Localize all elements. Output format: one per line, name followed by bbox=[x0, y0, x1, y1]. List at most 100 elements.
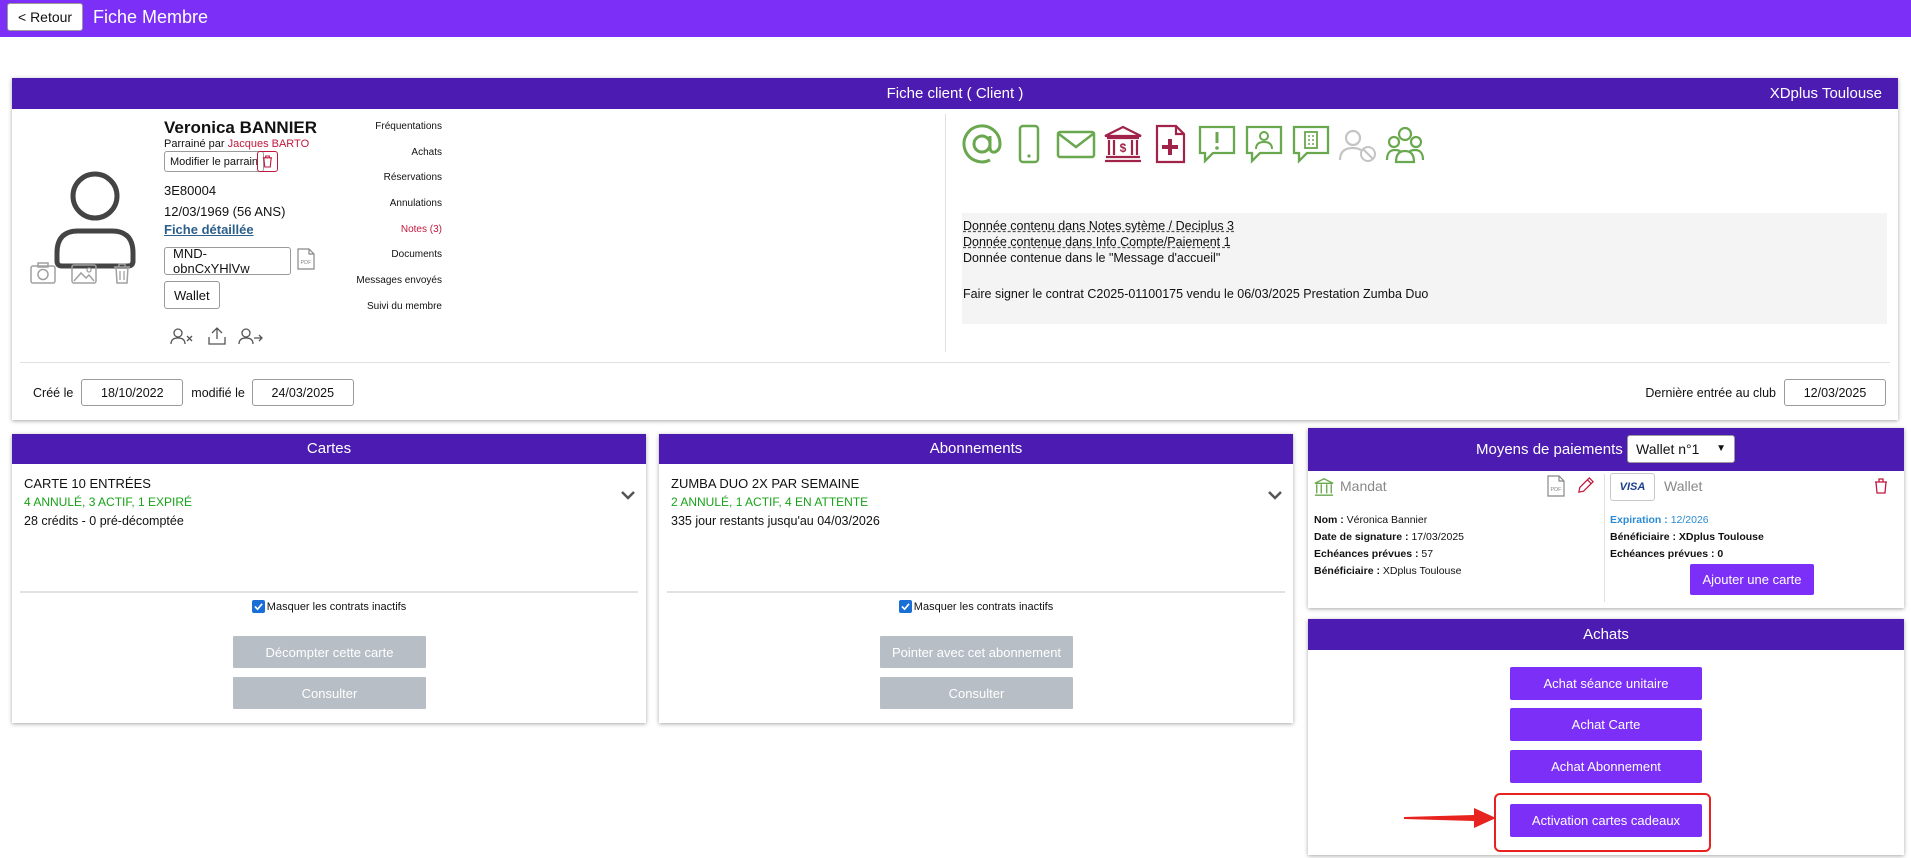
member-name: Veronica BANNIER bbox=[164, 118, 318, 137]
modified-date-field[interactable]: 24/03/2025 bbox=[251, 379, 354, 406]
abonnement-title: ZUMBA DUO 2X PAR SEMAINE bbox=[671, 476, 860, 491]
parrain-link[interactable]: Jacques BARTO bbox=[228, 138, 310, 150]
last-entry-date-field[interactable]: 12/03/2025 bbox=[1784, 379, 1886, 406]
modified-label: modifié le bbox=[191, 385, 245, 400]
pencil-icon[interactable] bbox=[1576, 476, 1595, 495]
menu-item-achats[interactable]: Achats bbox=[332, 147, 442, 173]
mandate-name: Véronica Bannier bbox=[1346, 514, 1428, 526]
consulter-abonnement-button[interactable]: Consulter bbox=[880, 677, 1073, 709]
chevron-down-icon[interactable] bbox=[1267, 490, 1283, 500]
wallet-expiration-label: Expiration : bbox=[1610, 514, 1668, 526]
upload-icon[interactable] bbox=[207, 326, 227, 346]
modify-parrain-button[interactable]: Modifier le parrain bbox=[164, 151, 265, 172]
horizontal-divider bbox=[20, 362, 1890, 363]
mandate-signature-label: Date de signature : bbox=[1314, 531, 1409, 543]
wallet-select[interactable]: Wallet n°1 ▼ bbox=[1627, 435, 1735, 463]
svg-text:PDF: PDF bbox=[301, 260, 313, 266]
hide-inactive-checkbox[interactable] bbox=[898, 600, 912, 613]
menu-item-messages[interactable]: Messages envoyés bbox=[332, 275, 442, 301]
member-menu: Fréquentations Achats Réservations Annul… bbox=[332, 121, 442, 327]
alert-message-icon[interactable] bbox=[1197, 124, 1237, 164]
carte-title: CARTE 10 ENTRÉES bbox=[24, 476, 151, 491]
wallet-echeances-label: Echéances prévues : bbox=[1610, 548, 1715, 560]
mail-envelope-icon[interactable] bbox=[1056, 124, 1096, 164]
hide-inactive-checkbox[interactable] bbox=[251, 600, 265, 613]
info-line: Faire signer le contrat C2025-01100175 v… bbox=[963, 287, 1429, 301]
menu-item-annulations[interactable]: Annulations bbox=[332, 198, 442, 224]
mandate-signature-line: Date de signature : 17/03/2025 bbox=[1314, 531, 1464, 543]
member-notes-area: Donnée contenu dans Notes sytème / Decip… bbox=[962, 213, 1887, 324]
detailed-profile-link[interactable]: Fiche détaillée bbox=[164, 222, 254, 237]
decompter-carte-button[interactable]: Décompter cette carte bbox=[233, 636, 426, 668]
wallet-beneficiaire-line: Bénéficiaire : XDplus Toulouse bbox=[1610, 531, 1764, 543]
fiche-client-panel: Fiche client ( Client ) XDplus Toulouse … bbox=[12, 78, 1898, 420]
mobile-phone-icon[interactable] bbox=[1009, 124, 1049, 164]
delete-parrain-button[interactable] bbox=[257, 151, 278, 172]
add-card-button[interactable]: Ajouter une carte bbox=[1690, 564, 1814, 595]
fiche-client-title: Fiche client ( Client ) bbox=[886, 85, 1024, 102]
achat-abonnement-button[interactable]: Achat Abonnement bbox=[1510, 750, 1702, 783]
menu-item-frequentations[interactable]: Fréquentations bbox=[332, 121, 442, 147]
payment-methods-header: Moyens de paiements Wallet n°1 ▼ bbox=[1308, 428, 1904, 471]
cartes-separator bbox=[20, 591, 638, 593]
achats-header: Achats bbox=[1308, 619, 1904, 650]
menu-item-suivi[interactable]: Suivi du membre bbox=[332, 301, 442, 327]
abonnements-separator bbox=[667, 591, 1285, 593]
trash-icon bbox=[262, 155, 273, 168]
email-at-icon[interactable] bbox=[962, 124, 1002, 164]
wallet-expiration-line: Expiration : 12/2026 bbox=[1610, 514, 1709, 526]
group-users-icon[interactable] bbox=[1385, 124, 1425, 164]
bank-icon[interactable]: $ bbox=[1103, 124, 1143, 164]
top-bar: < Retour Fiche Membre bbox=[0, 0, 1911, 37]
trash-icon[interactable] bbox=[112, 262, 132, 284]
hide-inactive-label: Masquer les contrats inactifs bbox=[266, 600, 407, 613]
wallet-button[interactable]: Wallet bbox=[164, 281, 220, 309]
info-line bbox=[963, 266, 1887, 286]
highlight-frame bbox=[1494, 793, 1711, 852]
mandate-beneficiaire: XDplus Toulouse bbox=[1382, 565, 1462, 577]
menu-item-reservations[interactable]: Réservations bbox=[332, 172, 442, 198]
pdf-icon[interactable]: PDF bbox=[297, 248, 315, 270]
mandate-name-line: Nom : Véronica Bannier bbox=[1314, 514, 1427, 526]
remove-user-icon[interactable] bbox=[170, 327, 194, 345]
menu-item-notes[interactable]: Notes (3) bbox=[332, 224, 442, 250]
user-blocked-icon[interactable] bbox=[1338, 124, 1378, 164]
building-message-icon[interactable] bbox=[1291, 124, 1331, 164]
pdf-icon[interactable]: PDF bbox=[1547, 475, 1565, 497]
transfer-user-icon[interactable] bbox=[238, 327, 264, 345]
mandate-reference-field[interactable]: MND-obnCxYHlVw bbox=[164, 246, 291, 276]
image-icon[interactable] bbox=[71, 264, 97, 284]
medical-document-icon[interactable] bbox=[1150, 124, 1190, 164]
hide-inactive-label: Masquer les contrats inactifs bbox=[913, 600, 1054, 613]
abonnements-header: Abonnements bbox=[659, 434, 1293, 464]
hide-inactive-cartes: Masquer les contrats inactifs bbox=[12, 600, 646, 613]
member-birthdate: 12/03/1969 (56 ANS) bbox=[164, 204, 286, 219]
back-button[interactable]: < Retour bbox=[7, 3, 84, 31]
hide-inactive-abonnements: Masquer les contrats inactifs bbox=[659, 600, 1293, 613]
checkmark-icon bbox=[254, 603, 263, 611]
page-title: Fiche Membre bbox=[93, 7, 209, 27]
visa-card-icon: VISA bbox=[1610, 473, 1655, 501]
chevron-down-icon[interactable] bbox=[620, 490, 636, 500]
consulter-carte-button[interactable]: Consulter bbox=[233, 677, 426, 709]
member-code: 3E80004 bbox=[164, 183, 217, 198]
payment-methods-panel: Moyens de paiements Wallet n°1 ▼ Mandat … bbox=[1308, 428, 1904, 608]
pointer-abonnement-button[interactable]: Pointer avec cet abonnement bbox=[880, 636, 1073, 668]
achat-carte-button[interactable]: Achat Carte bbox=[1510, 708, 1702, 741]
mandate-beneficiaire-label: Bénéficiaire : bbox=[1314, 565, 1380, 577]
red-arrow-icon bbox=[1404, 808, 1496, 828]
abonnements-panel: Abonnements ZUMBA DUO 2X PAR SEMAINE 2 A… bbox=[659, 434, 1293, 723]
menu-item-documents[interactable]: Documents bbox=[332, 249, 442, 275]
abonnement-status: 2 ANNULÉ, 1 ACTIF, 4 EN ATTENTE bbox=[671, 495, 869, 509]
vertical-divider bbox=[945, 114, 946, 352]
camera-icon[interactable] bbox=[30, 262, 56, 284]
achat-seance-unitaire-button[interactable]: Achat séance unitaire bbox=[1510, 667, 1702, 700]
created-date-field[interactable]: 18/10/2022 bbox=[81, 379, 184, 406]
trash-icon[interactable] bbox=[1874, 478, 1888, 494]
contact-icons-row: $ bbox=[962, 124, 1425, 164]
carte-credits: 28 crédits - 0 pré-décomptée bbox=[24, 514, 184, 528]
payment-methods-title: Moyens de paiements bbox=[1476, 441, 1623, 458]
info-line: Donnée contenue dans Info Compte/Paiemen… bbox=[963, 234, 1887, 250]
mandate-echeances-line: Echéances prévues : 57 bbox=[1314, 548, 1433, 560]
user-message-icon[interactable] bbox=[1244, 124, 1284, 164]
